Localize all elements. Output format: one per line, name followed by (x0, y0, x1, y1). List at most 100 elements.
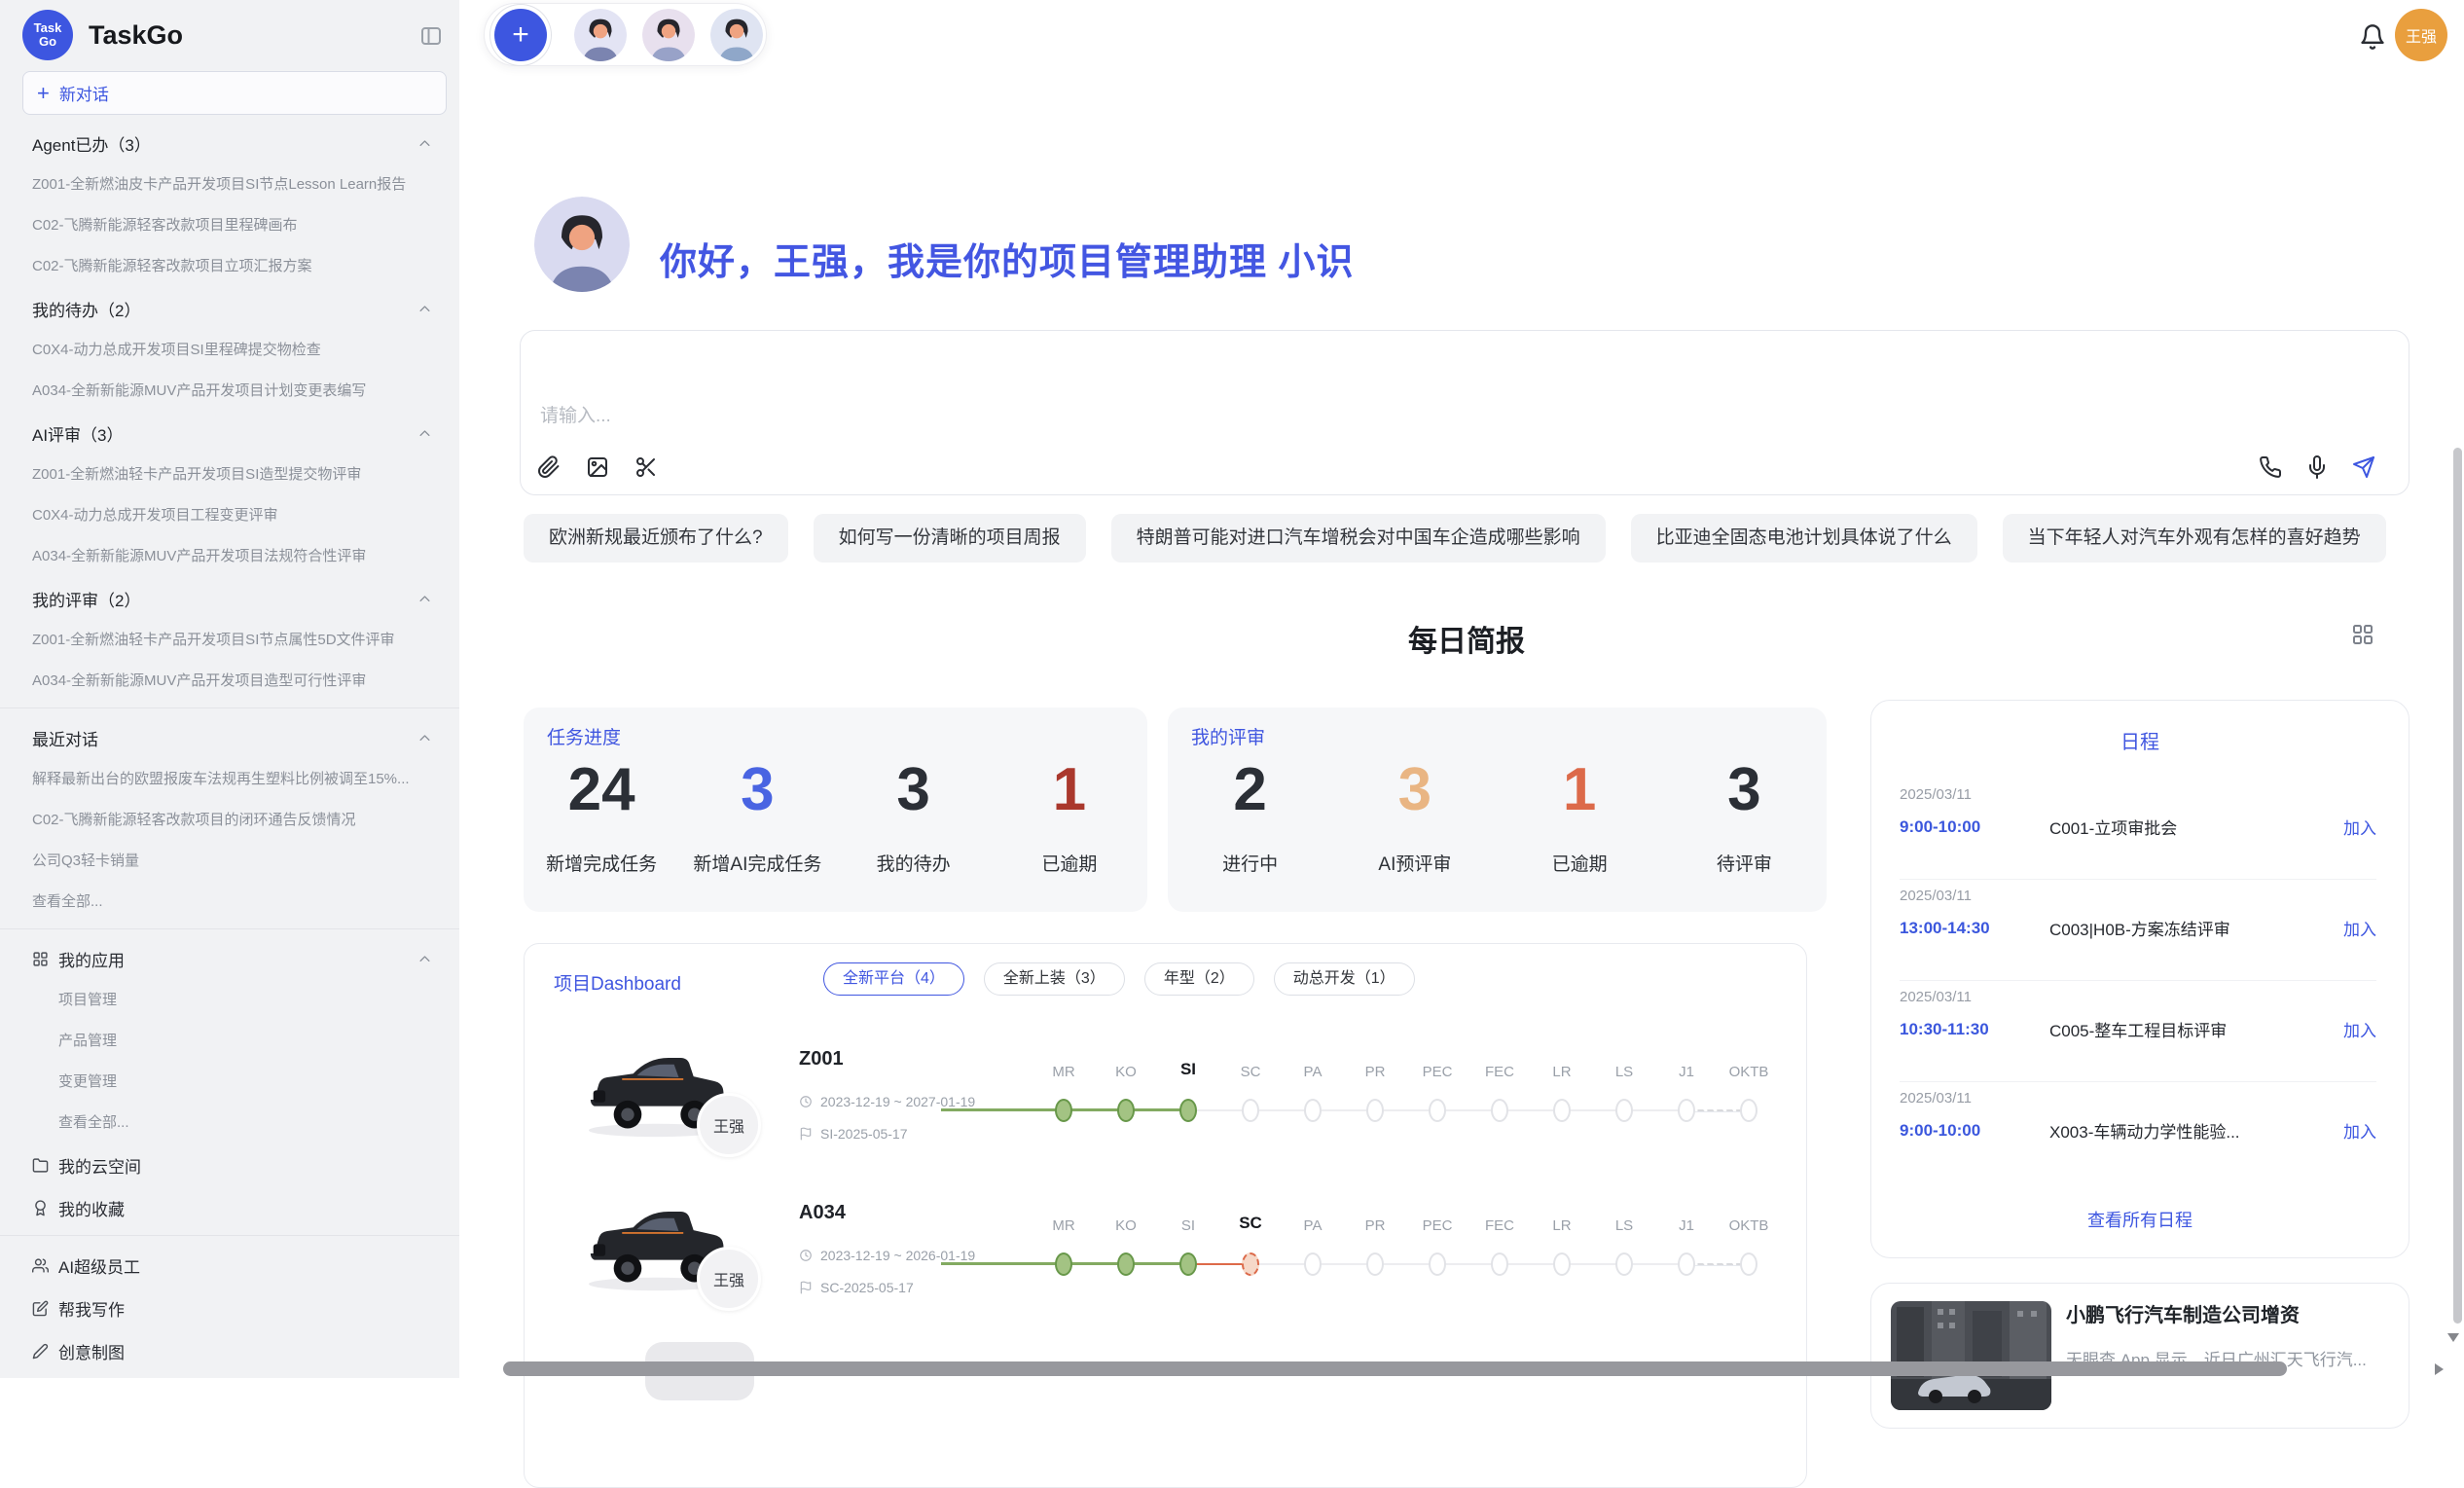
app-sub-item[interactable]: 查看全部... (0, 1103, 459, 1143)
suggestion-chip[interactable]: 当下年轻人对汽车外观有怎样的喜好趋势 (2003, 514, 2386, 563)
schedule-card: 日程 2025/03/11 9:00-10:00 C001-立项审批会 加入 2… (1870, 700, 2410, 1258)
briefing-layout-icon[interactable] (2351, 623, 2374, 646)
sidebar-task-item[interactable]: A034-全新新能源MUV产品开发项目造型可行性评审 (0, 661, 459, 702)
dashboard-tab[interactable]: 动总开发（1） (1274, 962, 1415, 996)
suggestion-chip[interactable]: 欧洲新规最近颁布了什么? (524, 514, 788, 563)
send-icon[interactable] (2352, 455, 2375, 479)
chevron-up-icon[interactable] (417, 731, 432, 745)
chevron-up-icon[interactable] (417, 136, 432, 151)
sidebar-section-header[interactable]: 我的评审（2） (0, 577, 459, 620)
user-avatar[interactable]: 王强 (2395, 9, 2447, 61)
milestone-dot (1179, 1099, 1197, 1122)
sidebar-item-favorites[interactable]: 我的收藏 (0, 1186, 459, 1229)
sidebar-task-item[interactable]: C02-飞腾新能源轻客改款项目里程碑画布 (0, 205, 459, 246)
write-icon (32, 1300, 49, 1317)
clock-icon (799, 1095, 813, 1108)
sidebar-task-item[interactable]: A034-全新新能源MUV产品开发项目法规符合性评审 (0, 536, 459, 577)
vertical-scrollbar[interactable] (2453, 448, 2462, 1324)
image-icon[interactable] (586, 455, 609, 479)
news-card[interactable]: 小鹏飞行汽车制造公司增资 天眼查 App 显示，近日广州汇天飞行汽... (1870, 1283, 2410, 1429)
join-link[interactable]: 加入 (2343, 815, 2376, 839)
schedule-event[interactable]: 2025/03/11 13:00-14:30 C003|H0B-方案冻结评审 加… (1900, 880, 2376, 981)
agent-avatar-1[interactable] (574, 9, 627, 61)
app-sub-item[interactable]: 产品管理 (0, 1021, 459, 1062)
join-link[interactable]: 加入 (2343, 1118, 2376, 1143)
sidebar-task-item[interactable]: C0X4-动力总成开发项目SI里程碑提交物检查 (0, 330, 459, 371)
milestone-dot (1615, 1099, 1633, 1122)
event-date: 2025/03/11 (1900, 786, 2376, 803)
sidebar-task-item[interactable]: Z001-全新燃油轻卡产品开发项目SI节点属性5D文件评审 (0, 620, 459, 661)
recent-view-all[interactable]: 查看全部... (0, 882, 459, 923)
sidebar-section-header[interactable]: AI评审（3） (0, 412, 459, 454)
my-apps-label: 我的应用 (58, 947, 417, 971)
sidebar-task-item[interactable]: Z001-全新燃油皮卡产品开发项目SI节点Lesson Learn报告 (0, 164, 459, 205)
sidebar-item-write-helper[interactable]: 帮我写作 (0, 1287, 459, 1329)
chevron-up-icon[interactable] (417, 592, 432, 606)
add-agent-button[interactable]: + (494, 9, 547, 61)
stat-value: 1 (992, 760, 1147, 820)
divider (0, 1235, 459, 1236)
suggestion-chip[interactable]: 比亚迪全固态电池计划具体说了什么 (1631, 514, 1977, 563)
sidebar-item-my-apps[interactable]: 我的应用 (0, 937, 459, 980)
suggestion-chip[interactable]: 如何写一份清晰的项目周报 (814, 514, 1086, 563)
project-row[interactable]: 王强Z0012023-12-19 ~ 2027-01-19SI-2025-05-… (525, 1038, 1806, 1192)
recent-chat-item[interactable]: C02-飞腾新能源轻客改款项目的闭环通告反馈情况 (0, 800, 459, 841)
sidebar-item-ai-staff[interactable]: AI超级员工 (0, 1244, 459, 1287)
recent-chat-item[interactable]: 公司Q3轻卡销量 (0, 841, 459, 882)
join-link[interactable]: 加入 (2343, 916, 2376, 940)
sidebar-task-item[interactable]: Z001-全新燃油轻卡产品开发项目SI造型提交物评审 (0, 454, 459, 495)
schedule-event[interactable]: 2025/03/11 9:00-10:00 C001-立项审批会 加入 (1900, 779, 2376, 880)
agent-avatar-3[interactable] (710, 9, 763, 61)
chat-input[interactable]: 请输入... (520, 330, 2410, 495)
milestone-label: PR (1365, 1217, 1386, 1234)
chevron-up-icon[interactable] (417, 426, 432, 441)
sidebar-section-header[interactable]: 最近对话 (0, 716, 459, 759)
mic-icon[interactable] (2305, 455, 2329, 479)
suggestion-chip[interactable]: 特朗普可能对进口汽车增税会对中国车企造成哪些影响 (1111, 514, 1606, 563)
notifications-bell-icon[interactable] (2359, 23, 2386, 51)
milestone-dot (1304, 1252, 1322, 1276)
join-link[interactable]: 加入 (2343, 1017, 2376, 1041)
recent-chat-item[interactable]: 解释最新出台的欧盟报废车法规再生塑料比例被调至15%... (0, 759, 459, 800)
sidebar-task-item[interactable]: C02-飞腾新能源轻客改款项目立项汇报方案 (0, 246, 459, 287)
dashboard-tab[interactable]: 年型（2） (1144, 962, 1254, 996)
project-dates: 2023-12-19 ~ 2027-01-19 (799, 1094, 975, 1109)
sidebar-task-item[interactable]: A034-全新新能源MUV产品开发项目计划变更表编写 (0, 371, 459, 412)
milestone-label: SC (1239, 1214, 1262, 1233)
stat-label: AI预评审 (1332, 850, 1497, 876)
divider (0, 928, 459, 929)
project-row[interactable]: 王强A0342023-12-19 ~ 2026-01-19SC-2025-05-… (525, 1192, 1806, 1346)
sidebar-section-header[interactable]: 我的待办（2） (0, 287, 459, 330)
daily-briefing-title: 每日简报 (524, 617, 2410, 660)
clock-icon (799, 1249, 813, 1262)
horizontal-scrollbar[interactable] (503, 1361, 2287, 1376)
stat-label: 进行中 (1168, 850, 1332, 876)
sidebar-collapse-icon[interactable] (419, 24, 443, 46)
stat-row: 2 进行中3 AI预评审1 已逾期3 待评审 (1168, 760, 1827, 876)
sidebar-item-cloud-space[interactable]: 我的云空间 (0, 1143, 459, 1186)
app-sub-item[interactable]: 项目管理 (0, 980, 459, 1021)
view-all-schedule-link[interactable]: 查看所有日程 (1871, 1207, 2409, 1232)
dashboard-tab[interactable]: 全新上装（3） (984, 962, 1125, 996)
app-sub-item[interactable]: 变更管理 (0, 1062, 459, 1103)
phone-icon[interactable] (2259, 455, 2282, 479)
project-name: Z001 (799, 1048, 844, 1071)
dashboard-tab[interactable]: 全新平台（4） (823, 962, 964, 996)
milestone-label: PA (1304, 1064, 1323, 1080)
event-date: 2025/03/11 (1900, 989, 2376, 1005)
main-area: + 王强 你好，王强，我是你的项目管理助理 小识 请输入... 欧洲新规最近颁布… (459, 0, 2464, 1378)
schedule-event[interactable]: 2025/03/11 9:00-10:00 X003-车辆动力学性能验... 加… (1900, 1082, 2376, 1183)
scroll-down-arrow[interactable] (2447, 1333, 2459, 1342)
scroll-right-arrow[interactable] (2435, 1363, 2444, 1375)
chevron-up-icon[interactable] (417, 952, 432, 966)
attach-icon[interactable] (537, 455, 561, 479)
chevron-up-icon[interactable] (417, 302, 432, 316)
sidebar-item-creative-draw[interactable]: 创意制图 (0, 1329, 459, 1372)
schedule-event[interactable]: 2025/03/11 10:30-11:30 C005-整车工程目标评审 加入 (1900, 981, 2376, 1082)
sidebar-section-header[interactable]: Agent已办（3） (0, 122, 459, 164)
scissors-icon[interactable] (634, 455, 658, 479)
agent-avatar-2[interactable] (642, 9, 695, 61)
new-chat-button[interactable]: + 新对话 (22, 71, 447, 115)
milestone-label: LR (1552, 1217, 1571, 1234)
sidebar-task-item[interactable]: C0X4-动力总成开发项目工程变更评审 (0, 495, 459, 536)
